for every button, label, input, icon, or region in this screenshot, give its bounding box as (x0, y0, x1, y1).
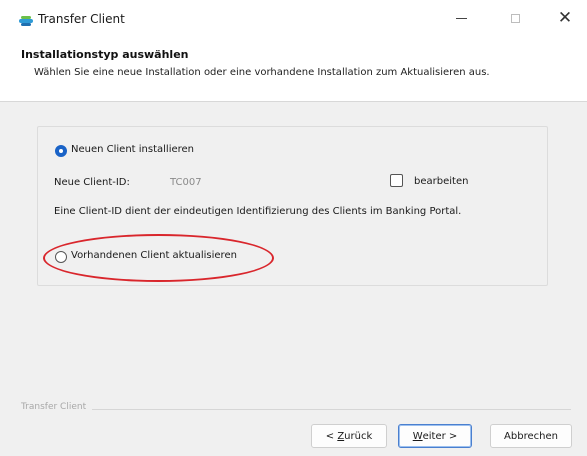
wizard-header: Installationstyp auswählen Wählen Sie ei… (0, 38, 587, 102)
next-button[interactable]: Weiter > (398, 424, 472, 448)
new-client-radio-label[interactable]: Neuen Client installieren (71, 144, 194, 155)
footer-divider (92, 409, 571, 410)
client-id-value: TC007 (170, 177, 202, 188)
back-button[interactable]: < Zurück (311, 424, 387, 448)
transfer-client-app-icon (19, 16, 33, 26)
installer-window: Transfer Client ✕ Installationstyp auswä… (0, 0, 587, 456)
title-bar: Transfer Client ✕ (0, 0, 587, 38)
new-client-radio[interactable] (55, 145, 67, 157)
edit-client-id-checkbox[interactable] (390, 174, 403, 187)
maximize-button[interactable] (492, 0, 538, 36)
client-id-label: Neue Client-ID: (54, 177, 130, 188)
back-button-prefix: < (325, 430, 338, 442)
page-description: Wählen Sie eine neue Installation oder e… (34, 67, 490, 78)
edit-client-id-label[interactable]: bearbeiten (414, 176, 468, 187)
close-icon: ✕ (557, 7, 573, 28)
back-button-mnemonic: Z (337, 430, 345, 442)
back-button-label: urück (344, 430, 373, 442)
minimize-icon (455, 17, 467, 19)
red-highlight-circle (43, 234, 274, 282)
cancel-button[interactable]: Abbrechen (490, 424, 572, 448)
footer-brand-label: Transfer Client (21, 402, 87, 412)
next-button-label: eiter > (422, 430, 458, 442)
close-button[interactable]: ✕ (542, 0, 587, 36)
next-button-mnemonic: W (412, 430, 423, 442)
page-title: Installationstyp auswählen (21, 48, 189, 61)
client-id-info-text: Eine Client-ID dient der eindeutigen Ide… (54, 206, 462, 217)
maximize-icon (510, 13, 520, 23)
window-title: Transfer Client (38, 12, 125, 26)
minimize-button[interactable] (438, 0, 484, 36)
